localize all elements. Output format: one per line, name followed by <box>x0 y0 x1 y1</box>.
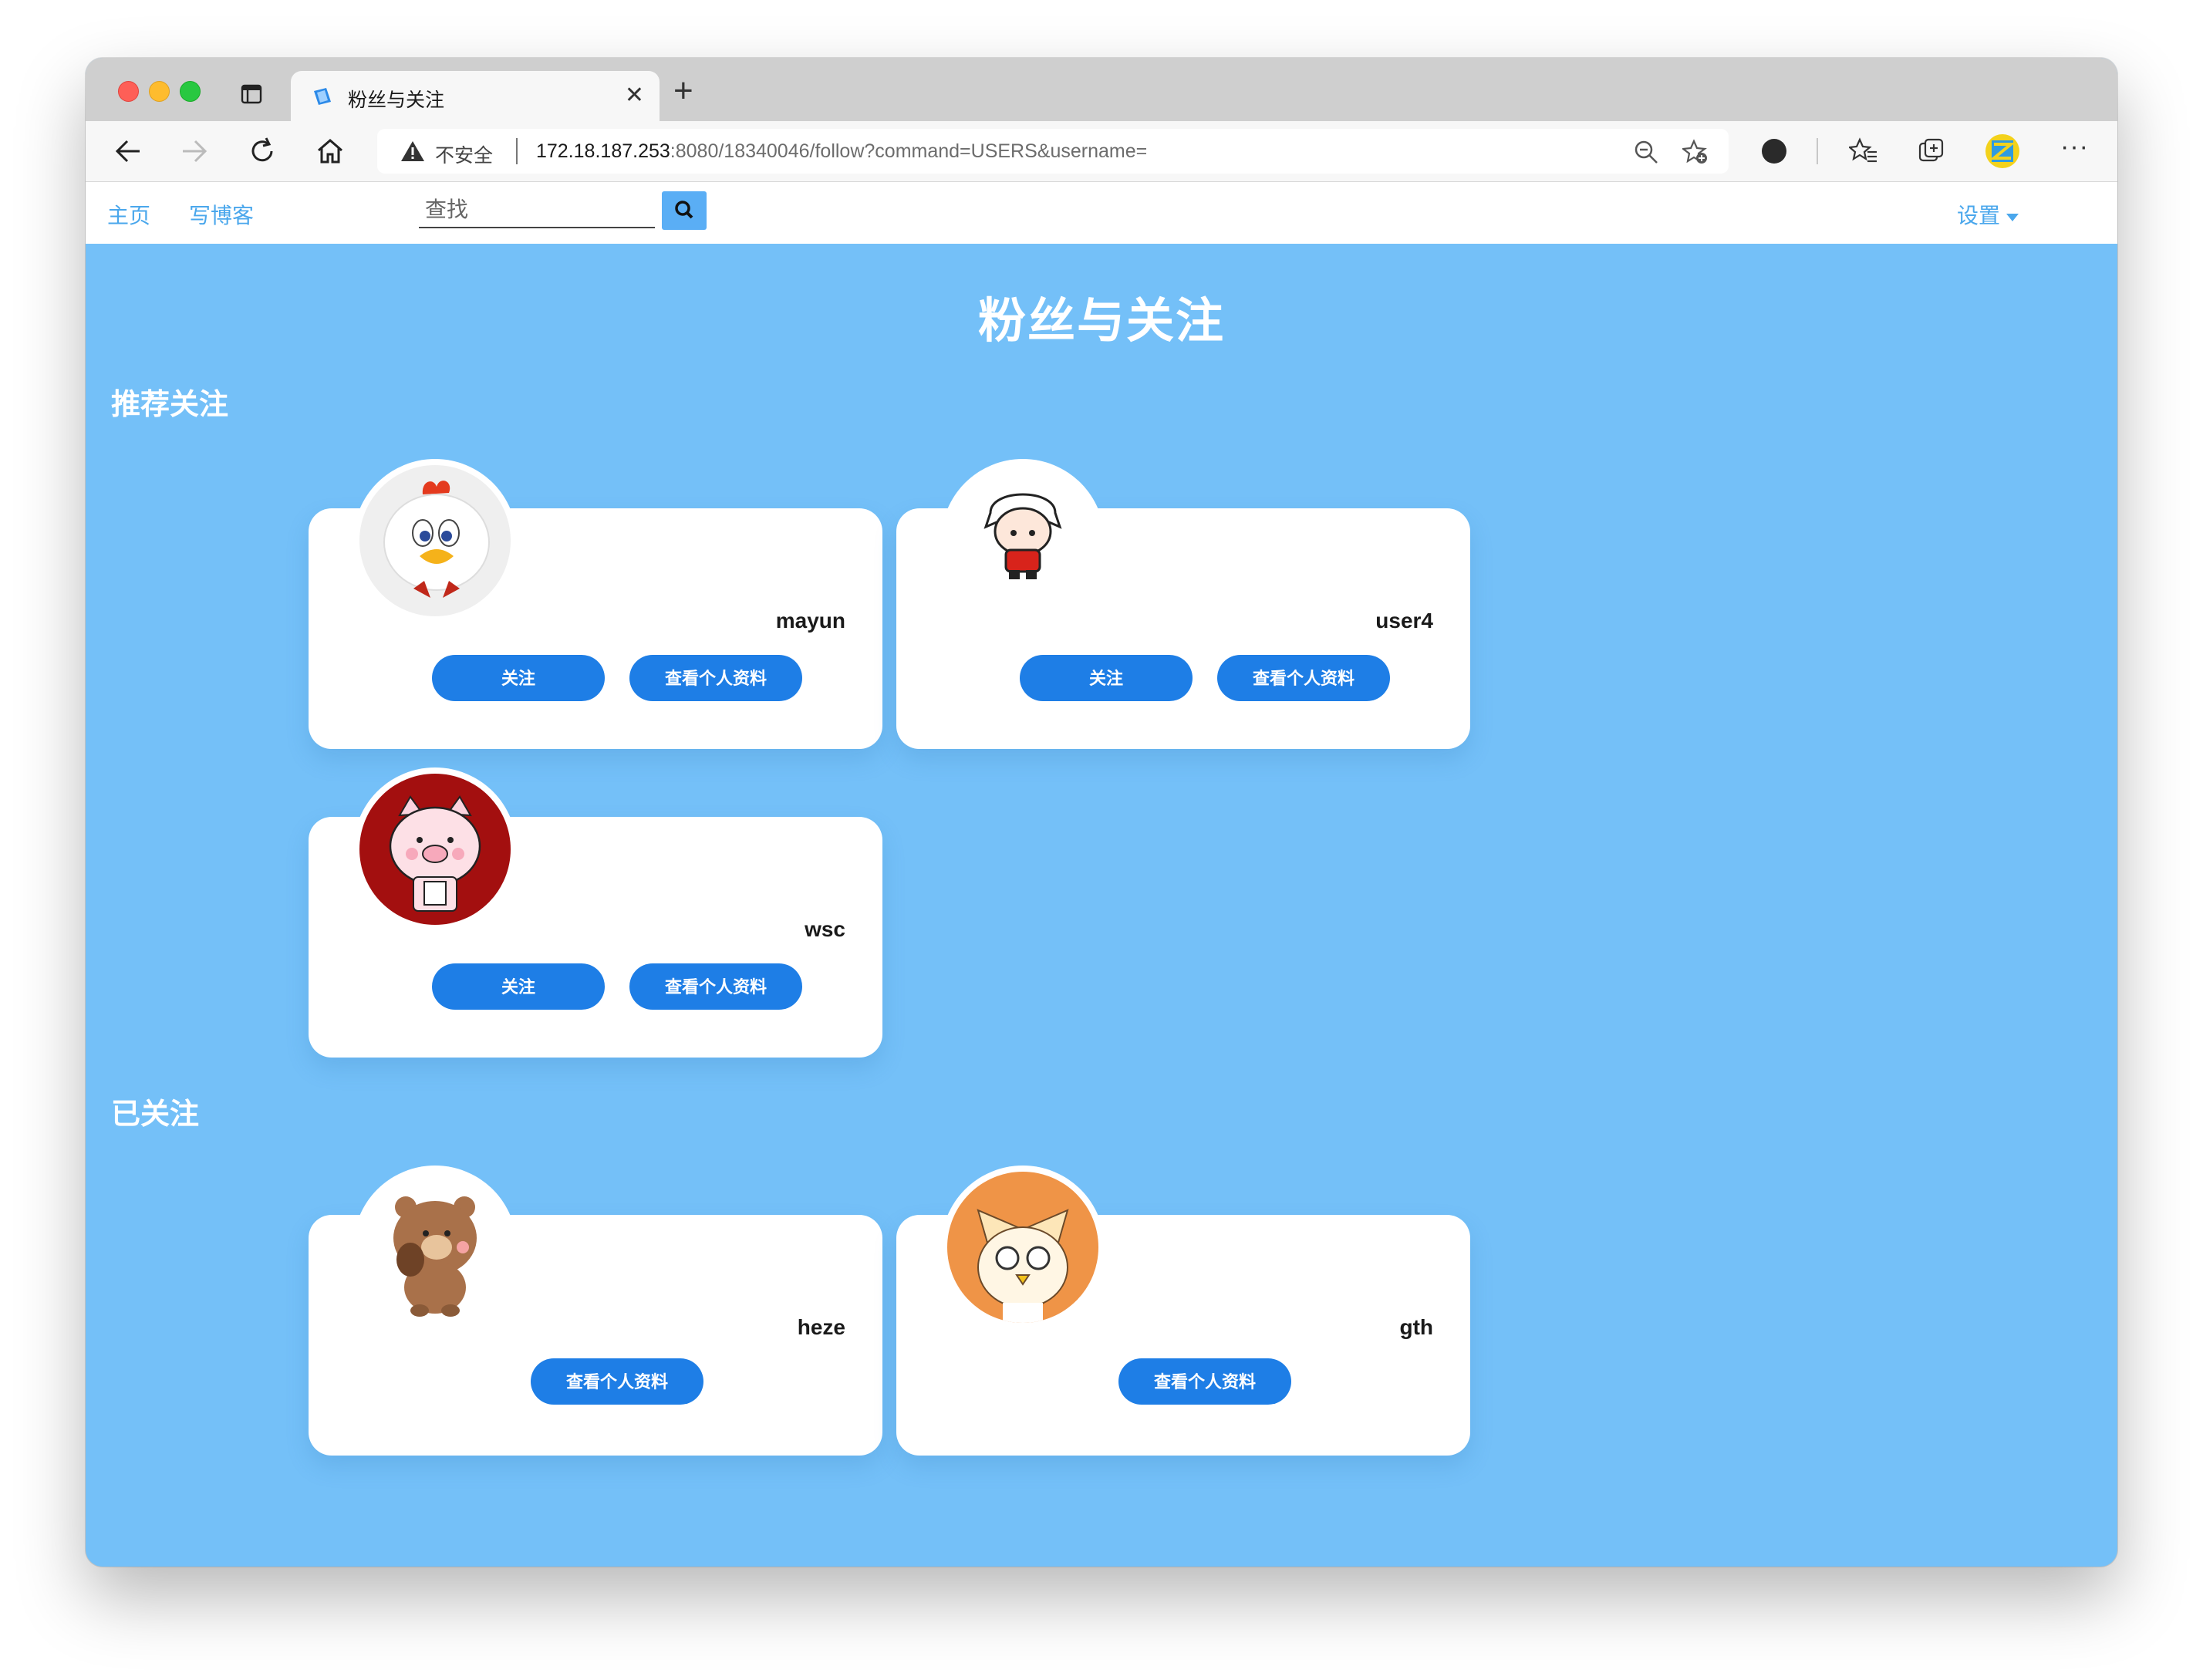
maximize-window-button[interactable] <box>180 81 201 102</box>
follow-button[interactable]: 关注 <box>1020 655 1193 701</box>
active-tab[interactable]: 粉丝与关注 ✕ <box>291 71 660 121</box>
view-profile-button[interactable]: 查看个人资料 <box>629 963 802 1010</box>
chibi-boy-icon <box>947 465 1098 616</box>
cat-avatar[interactable] <box>947 1172 1098 1323</box>
home-icon[interactable] <box>314 135 346 167</box>
page-title: 粉丝与关注 <box>977 295 1225 348</box>
chibi-boy-avatar[interactable] <box>947 465 1098 616</box>
pig-icon <box>359 774 511 925</box>
insecure-label: 不安全 <box>435 145 494 167</box>
address-bar[interactable]: 不安全 172.18.187.253:8080/18340046/follow?… <box>377 129 1729 174</box>
nav-write-blog-link[interactable]: 写博客 <box>189 199 254 230</box>
new-tab-icon[interactable]: + <box>673 72 693 110</box>
settings-label: 设置 <box>1957 204 2001 228</box>
favorites-icon[interactable] <box>1849 137 1878 166</box>
forward-icon[interactable] <box>178 135 211 167</box>
zoom-out-icon[interactable] <box>1633 139 1659 165</box>
username: user4 <box>1375 609 1433 633</box>
username: wsc <box>805 917 845 941</box>
view-profile-button[interactable]: 查看个人资料 <box>1118 1358 1291 1405</box>
search-input[interactable] <box>419 193 655 228</box>
recommend-heading: 推荐关注 <box>111 389 229 421</box>
view-profile-button[interactable]: 查看个人资料 <box>1217 655 1390 701</box>
view-profile-button[interactable]: 查看个人资料 <box>629 655 802 701</box>
view-profile-button[interactable]: 查看个人资料 <box>531 1358 703 1405</box>
url-path: :8080/18340046/follow?command=USERS&user… <box>670 140 1148 162</box>
chicken-icon <box>359 465 511 616</box>
cat-icon <box>947 1172 1098 1323</box>
refresh-icon[interactable] <box>246 135 278 167</box>
chevron-down-icon <box>2006 213 2019 221</box>
url-host: 172.18.187.253 <box>536 140 670 162</box>
site-navbar: 主页 写博客 设置 <box>86 182 2117 244</box>
tab-bar: 粉丝与关注 ✕ + <box>86 58 2117 121</box>
more-menu-icon[interactable]: ··· <box>2060 132 2089 162</box>
extension-icon[interactable] <box>1759 137 1789 166</box>
address-divider <box>516 138 518 164</box>
back-icon[interactable] <box>112 135 144 167</box>
username: gth <box>1399 1315 1433 1339</box>
favicon-icon <box>314 88 331 105</box>
browser-toolbar: 不安全 172.18.187.253:8080/18340046/follow?… <box>86 121 2117 182</box>
browser-window: 粉丝与关注 ✕ + 不安全 172.18.187.253:8080/183400… <box>86 58 2117 1567</box>
search-icon <box>675 201 693 219</box>
toolbar-divider <box>1817 138 1818 164</box>
bear-avatar[interactable] <box>359 1172 511 1323</box>
tab-title: 粉丝与关注 <box>348 89 445 111</box>
following-heading: 已关注 <box>111 1098 200 1131</box>
profile-icon[interactable] <box>1985 133 2020 169</box>
pig-avatar[interactable] <box>359 774 511 925</box>
url-text: 172.18.187.253:8080/18340046/follow?comm… <box>536 140 1147 163</box>
bear-icon <box>359 1172 511 1323</box>
collections-icon[interactable] <box>1917 137 1946 166</box>
warning-icon <box>401 141 424 161</box>
close-window-button[interactable] <box>118 81 139 102</box>
nav-home-link[interactable]: 主页 <box>107 199 150 230</box>
username: mayun <box>775 609 845 633</box>
follow-button[interactable]: 关注 <box>432 655 605 701</box>
search-button[interactable] <box>662 191 707 230</box>
follow-button[interactable]: 关注 <box>432 963 605 1010</box>
username: heze <box>797 1315 845 1339</box>
close-tab-icon[interactable]: ✕ <box>625 82 644 109</box>
add-favorite-icon[interactable] <box>1682 139 1709 165</box>
minimize-window-button[interactable] <box>149 81 170 102</box>
tab-actions-icon[interactable] <box>240 83 263 106</box>
chicken-avatar[interactable] <box>359 465 511 616</box>
settings-dropdown[interactable]: 设置 <box>1957 199 2019 230</box>
